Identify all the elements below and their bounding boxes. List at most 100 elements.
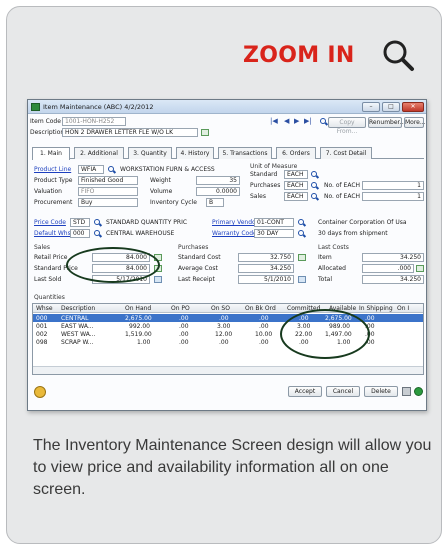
allocated-field[interactable]: .000 xyxy=(362,264,414,273)
product-type-select[interactable]: Finished Good xyxy=(78,176,138,185)
tab-additional[interactable]: 2. Additional xyxy=(74,147,124,159)
col-whse: Whse xyxy=(36,305,53,312)
purchases-uom-label: Purchases xyxy=(250,182,281,189)
app-icon xyxy=(31,103,40,111)
item-cost-field[interactable]: 34.250 xyxy=(362,253,424,262)
inventory-cycle-field[interactable]: B xyxy=(206,198,224,207)
price-code-lookup-icon[interactable] xyxy=(94,219,101,226)
default-whse-lookup-icon[interactable] xyxy=(94,230,101,237)
promo-card: ZOOM IN Item Maintenance (ABC) 4/2/2012 … xyxy=(6,6,442,544)
close-button[interactable]: ✕ xyxy=(402,102,424,112)
quantities-title: Quantities xyxy=(34,294,65,301)
product-line-lookup-icon[interactable] xyxy=(108,166,115,173)
tab-transactions[interactable]: 5. Transactions xyxy=(218,147,272,159)
warranty-code-lookup-icon[interactable] xyxy=(298,230,305,237)
sales-uom-field[interactable]: EACH xyxy=(284,192,308,201)
last-sold-calendar-icon[interactable] xyxy=(154,276,162,283)
total-field[interactable]: 34.250 xyxy=(362,275,424,284)
weight-field[interactable]: 35 xyxy=(196,176,240,185)
grid-scrollbar[interactable] xyxy=(33,366,423,374)
default-whse-field[interactable]: 000 xyxy=(70,229,90,238)
cell-on-bk-ord: .00 xyxy=(259,339,269,346)
warranty-code-field[interactable]: 30 DAY xyxy=(254,229,294,238)
average-cost-field[interactable]: 34.250 xyxy=(238,264,294,273)
default-whse-link[interactable]: Default Whse xyxy=(34,230,74,237)
item-cost-label: Item xyxy=(318,254,332,261)
nav-first-icon[interactable]: |◀ xyxy=(270,117,278,125)
cell-on-po: .00 xyxy=(179,323,189,330)
cancel-button[interactable]: Cancel xyxy=(326,386,360,397)
primary-vendor-link[interactable]: Primary Vendor xyxy=(212,219,258,226)
nav-prev-icon[interactable]: ◀ xyxy=(284,117,289,125)
item-lookup-icon[interactable] xyxy=(320,118,327,125)
caption-text: The Inventory Maintenance Screen design … xyxy=(33,437,432,498)
standard-cost-calculator-icon[interactable] xyxy=(298,254,306,261)
description-field[interactable]: HON 2 DRAWER LETTER FLE W/O LK xyxy=(62,128,198,137)
last-sold-label: Last Sold xyxy=(34,276,62,283)
item-code-field[interactable]: 1001-HON-H252 xyxy=(62,117,126,126)
allocated-label: Allocated xyxy=(318,265,346,272)
memo-icon[interactable] xyxy=(201,129,209,136)
last-receipt-label: Last Receipt xyxy=(178,276,215,283)
status-icon[interactable] xyxy=(34,386,46,398)
product-line-link[interactable]: Product Line xyxy=(34,166,71,173)
no-of-each-purchases-field[interactable]: 1 xyxy=(362,181,424,190)
valuation-select[interactable]: FIFO xyxy=(78,187,138,196)
cell-on-so: 3.00 xyxy=(217,323,231,330)
price-code-link[interactable]: Price Code xyxy=(34,219,66,226)
nav-last-icon[interactable]: ▶| xyxy=(304,117,312,125)
cell-whse: 001 xyxy=(36,323,48,330)
tab-orders[interactable]: 6. Orders xyxy=(276,147,316,159)
delete-button[interactable]: Delete xyxy=(364,386,398,397)
purchases-uom-field[interactable]: EACH xyxy=(284,181,308,190)
maximize-button[interactable]: □ xyxy=(382,102,400,112)
purchases-group-title: Purchases xyxy=(178,244,209,251)
cell-description: SCRAP W... xyxy=(61,339,94,346)
accept-button[interactable]: Accept xyxy=(288,386,322,397)
minimize-button[interactable]: – xyxy=(362,102,380,112)
last-receipt-field[interactable]: 5/1/2010 xyxy=(238,275,294,284)
copy-from-button[interactable]: Copy From... xyxy=(328,117,366,135)
tab-quantity[interactable]: 3. Quantity xyxy=(128,147,172,159)
zoom-in-label: ZOOM IN xyxy=(243,43,355,68)
table-row[interactable]: 000 CENTRAL 2,675.00 .00 .00 .00 .00 2,6… xyxy=(33,314,423,322)
cell-on-hand: 1.00 xyxy=(137,339,151,346)
warranty-desc: 30 days from shipment xyxy=(318,230,388,237)
primary-vendor-field[interactable]: 01-CONT xyxy=(254,218,294,227)
standard-cost-label: Standard Cost xyxy=(178,254,221,261)
tab-history[interactable]: 4. History xyxy=(176,147,214,159)
zoom-in-row: ZOOM IN xyxy=(7,35,441,75)
cell-on-po: .00 xyxy=(179,315,189,322)
cell-on-hand: 992.00 xyxy=(129,323,150,330)
col-description: Description xyxy=(61,305,96,312)
cell-whse: 000 xyxy=(36,315,48,322)
tab-main[interactable]: 1. Main xyxy=(32,147,70,160)
cell-on-so: 12.00 xyxy=(215,331,233,338)
volume-field[interactable]: 0.0000 xyxy=(196,187,240,196)
sales-uom-label: Sales xyxy=(250,193,266,200)
help-icon[interactable] xyxy=(414,387,423,396)
tab-cost-detail[interactable]: 7. Cost Detail xyxy=(320,147,372,159)
procurement-select[interactable]: Buy xyxy=(78,198,138,207)
no-of-each-sales-field[interactable]: 1 xyxy=(362,192,424,201)
more-button[interactable]: More... xyxy=(404,117,426,128)
product-line-field[interactable]: WFIA xyxy=(78,165,104,174)
no-of-each-sales-label: No. of EACH xyxy=(324,193,361,200)
allocated-calculator-icon[interactable] xyxy=(416,265,424,272)
standard-cost-field[interactable]: 32.750 xyxy=(238,253,294,262)
sales-uom-lookup-icon[interactable] xyxy=(311,193,318,200)
standard-uom-field[interactable]: EACH xyxy=(284,170,308,179)
renumber-button[interactable]: Renumber... xyxy=(368,117,405,128)
product-line-desc: WORKSTATION FURN & ACCESS xyxy=(120,166,215,173)
last-receipt-calendar-icon[interactable] xyxy=(298,276,306,283)
print-icon[interactable] xyxy=(402,387,411,396)
item-code-label: Item Code xyxy=(30,118,61,125)
primary-vendor-lookup-icon[interactable] xyxy=(298,219,305,226)
warranty-code-link[interactable]: Warranty Code xyxy=(212,230,257,237)
cell-on-so: .00 xyxy=(219,315,229,322)
standard-uom-lookup-icon[interactable] xyxy=(311,171,318,178)
nav-next-icon[interactable]: ▶ xyxy=(294,117,299,125)
price-code-field[interactable]: STD xyxy=(70,218,90,227)
retail-price-label: Retail Price xyxy=(34,254,68,261)
purchases-uom-lookup-icon[interactable] xyxy=(311,182,318,189)
